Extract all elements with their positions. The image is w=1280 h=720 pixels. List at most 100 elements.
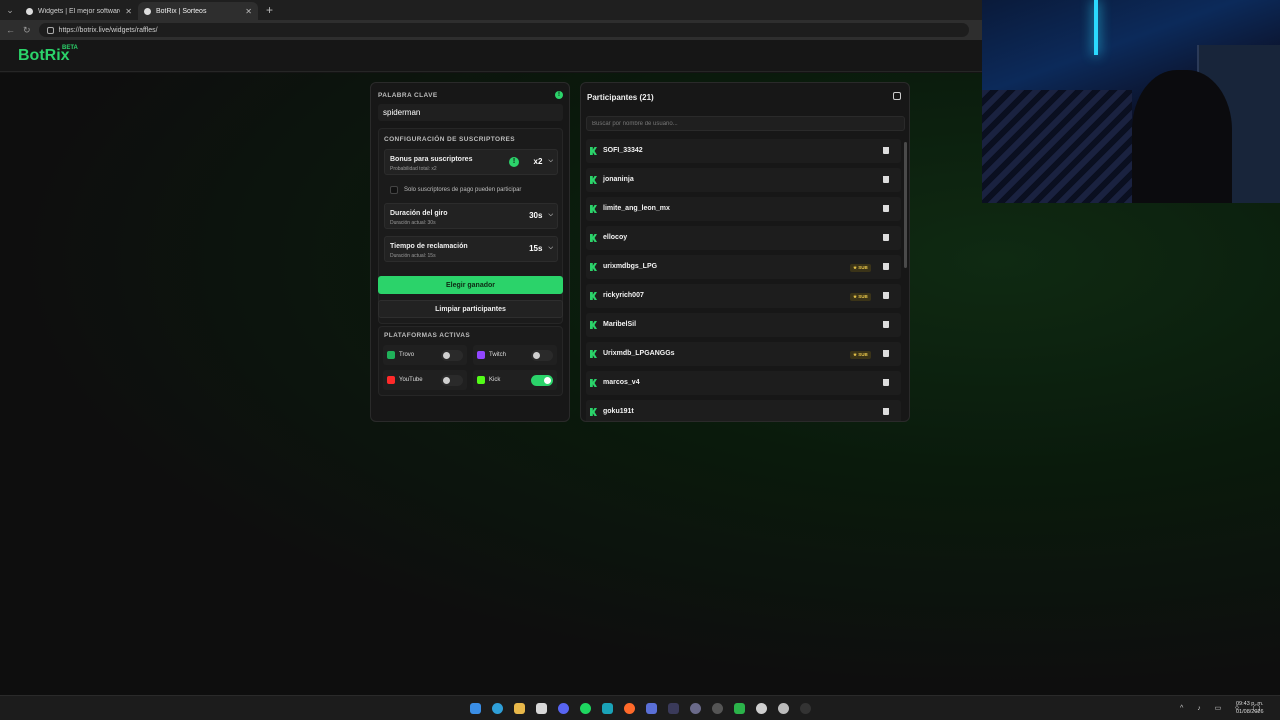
clock[interactable]: 09:43 p. m. 01/08/2026 (1236, 700, 1264, 716)
participant-name: marcos_v4 (603, 379, 640, 386)
app-icon[interactable] (646, 703, 657, 714)
close-tab-icon[interactable]: ✕ (245, 7, 252, 16)
platforms-title: PLATAFORMAS ACTIVAS (384, 332, 471, 339)
site-info-icon[interactable] (46, 26, 54, 34)
new-tab-icon[interactable]: + (258, 0, 281, 20)
settings-icon[interactable] (756, 703, 767, 714)
kick-icon (590, 379, 597, 387)
trash-icon[interactable] (883, 292, 889, 299)
trash-icon[interactable] (883, 350, 889, 357)
clear-participants-button[interactable]: Limpiar participantes (378, 300, 563, 318)
chevron-down-icon: ⌵ (548, 212, 553, 218)
app-icon[interactable] (602, 703, 613, 714)
claim-value: 15s (529, 244, 543, 253)
pick-winner-button[interactable]: Elegir ganador (378, 276, 563, 294)
trovo-toggle[interactable] (441, 350, 463, 361)
app-header: BotRix BETA (0, 40, 982, 72)
address-bar[interactable]: https://botrix.live/widgets/raffles/ (38, 23, 969, 37)
app-icon[interactable] (668, 703, 679, 714)
spin-duration-select[interactable]: 30s ⌵ (529, 211, 553, 220)
subscriber-bonus-row: Bonus para suscriptores Probabilidad tot… (384, 149, 558, 175)
participant-row: rickyrich007 ★ SUB (586, 284, 901, 308)
spotify-icon[interactable] (580, 703, 591, 714)
edge-icon[interactable] (492, 703, 503, 714)
kick-icon (590, 205, 597, 213)
platform-kick: Kick (473, 370, 557, 390)
participant-name: SOFI_33342 (603, 147, 643, 154)
favicon-icon (144, 7, 151, 15)
participant-row: goku191t (586, 400, 901, 421)
info-icon[interactable]: ! (555, 91, 563, 99)
kick-icon (590, 234, 597, 242)
copy-icon[interactable] (893, 92, 901, 100)
trash-icon[interactable] (883, 147, 889, 154)
info-icon[interactable]: ! (509, 157, 519, 167)
paid-only-checkbox[interactable] (390, 185, 398, 194)
file-explorer-icon[interactable] (514, 703, 525, 714)
spin-subtitle: Duración actual: 30s (390, 220, 436, 226)
trash-icon[interactable] (883, 408, 889, 415)
kick-toggle[interactable] (531, 375, 553, 386)
participant-name: goku191t (603, 408, 634, 415)
trash-icon[interactable] (883, 176, 889, 183)
browser-tab-active[interactable]: BotRix | Sorteos ✕ (138, 2, 258, 20)
trash-icon[interactable] (883, 321, 889, 328)
trash-icon[interactable] (883, 234, 889, 241)
keyword-label: PALABRA CLAVE (378, 92, 438, 99)
active-platforms-section: PLATAFORMAS ACTIVAS Trovo Twitch YouTube… (378, 326, 563, 396)
subscriber-config-title: CONFIGURACIÓN DE SUSCRIPTORES (384, 136, 516, 143)
participants-title: Participantes (21) (587, 93, 654, 102)
address-bar-row: ← ↻ https://botrix.live/widgets/raffles/ (0, 20, 982, 40)
participant-name: rickyrich007 (603, 292, 644, 299)
platform-twitch: Twitch (473, 345, 557, 365)
xbox-icon[interactable] (734, 703, 745, 714)
url-text: https://botrix.live/widgets/raffles/ (58, 26, 158, 34)
firefox-icon[interactable] (624, 703, 635, 714)
start-icon[interactable] (470, 703, 481, 714)
participant-row: SOFI_33342 (586, 139, 901, 163)
obs-icon[interactable] (800, 703, 811, 714)
paid-only-label: Solo suscriptores de pago pueden partici… (404, 186, 522, 193)
participant-list-scrollbar[interactable] (904, 142, 907, 268)
claim-time-row: Tiempo de reclamación Duración actual: 1… (384, 236, 558, 262)
chrome-icon[interactable] (712, 703, 723, 714)
chevron-down-icon: ⌵ (548, 158, 553, 164)
paid-only-row[interactable]: Solo suscriptores de pago pueden partici… (384, 181, 558, 198)
close-tab-icon[interactable]: ✕ (125, 7, 132, 16)
claim-time-select[interactable]: 15s ⌵ (529, 244, 553, 253)
keyword-input[interactable] (378, 104, 563, 121)
participant-row: marcos_v4 (586, 371, 901, 395)
kick-icon (590, 292, 597, 300)
browser-tab[interactable]: Widgets | El mejor software para ... ✕ (20, 2, 138, 20)
windows-taskbar: ^ ♪ ▭ ◊ ◯ 09:43 p. m. 01/08/2026 (0, 695, 1280, 720)
beta-badge: BETA (62, 45, 78, 51)
youtube-icon (387, 376, 395, 384)
bonus-subtitle: Probabilidad total: x2 (390, 166, 437, 172)
participant-row: Urixmdb_LPGANGGs ★ SUB (586, 342, 901, 366)
twitch-toggle[interactable] (531, 350, 553, 361)
app-icon[interactable] (690, 703, 701, 714)
participant-name: Urixmdb_LPGANGGs (603, 350, 675, 357)
trash-icon[interactable] (883, 263, 889, 270)
platform-label: Kick (489, 377, 501, 383)
participant-row: ellocoy (586, 226, 901, 250)
reload-icon[interactable]: ↻ (23, 25, 31, 36)
participant-name: ellocoy (603, 234, 628, 241)
trash-icon[interactable] (883, 205, 889, 212)
favicon-icon (26, 7, 33, 15)
raffle-settings-panel: PALABRA CLAVE ! CONFIGURACIÓN DE SUSCRIP… (370, 82, 570, 422)
bonus-value: x2 (533, 157, 543, 166)
app-icon[interactable] (778, 703, 789, 714)
youtube-toggle[interactable] (441, 375, 463, 386)
trash-icon[interactable] (883, 379, 889, 386)
back-icon[interactable]: ← (6, 25, 15, 35)
bonus-title: Bonus para suscriptores (390, 156, 473, 163)
platform-label: YouTube (399, 377, 423, 383)
discord-icon[interactable] (558, 703, 569, 714)
kick-icon (477, 376, 485, 384)
platform-label: Twitch (489, 352, 507, 358)
participant-search-input[interactable] (586, 116, 905, 131)
store-icon[interactable] (536, 703, 547, 714)
tab-list-chevron-icon[interactable]: ⌄ (0, 0, 20, 20)
bonus-select[interactable]: x2 ⌵ (534, 157, 553, 166)
